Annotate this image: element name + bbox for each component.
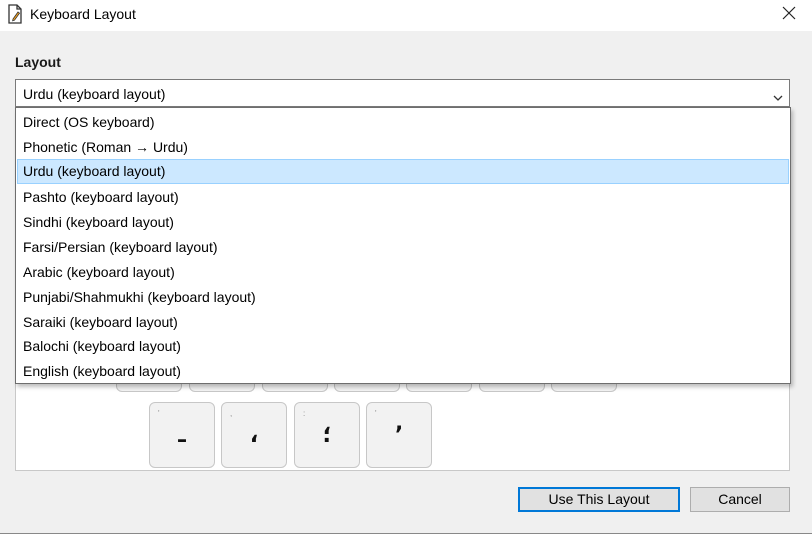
keyboard-key: ' ʼ — [366, 402, 432, 468]
dropdown-option[interactable]: Sindhi (keyboard layout) — [17, 210, 789, 235]
document-pen-icon — [7, 4, 23, 24]
dropdown-option-selected[interactable]: Urdu (keyboard layout) — [17, 159, 789, 184]
layout-label: Layout — [15, 54, 61, 70]
key-hint: ' — [158, 409, 160, 418]
key-glyph: ـ — [178, 423, 186, 448]
close-icon — [782, 6, 796, 25]
keyboard-key: : ؛ — [294, 402, 360, 468]
chevron-down-icon — [773, 89, 783, 101]
use-this-layout-button[interactable]: Use This Layout — [518, 487, 680, 512]
layout-combobox[interactable]: Urdu (keyboard layout) — [15, 79, 790, 107]
key-hint: ' — [375, 409, 377, 418]
title-bar: Keyboard Layout — [0, 0, 812, 31]
dropdown-option[interactable]: Arabic (keyboard layout) — [17, 260, 789, 285]
layout-combobox-value: Urdu (keyboard layout) — [23, 86, 166, 102]
key-hint: , — [230, 409, 233, 418]
key-glyph: ʼ — [394, 423, 404, 448]
dropdown-option[interactable]: Balochi (keyboard layout) — [17, 334, 789, 359]
key-glyph: ، — [249, 423, 259, 448]
dropdown-option[interactable]: Farsi/Persian (keyboard layout) — [17, 235, 789, 260]
keyboard-key: , ، — [221, 402, 287, 468]
cancel-button[interactable]: Cancel — [690, 487, 790, 512]
layout-dropdown-list: Direct (OS keyboard) Phonetic (Roman → U… — [15, 107, 791, 384]
window-title: Keyboard Layout — [30, 6, 136, 22]
dropdown-option[interactable]: Direct (OS keyboard) — [17, 110, 789, 135]
key-hint: : — [303, 409, 306, 418]
dropdown-option[interactable]: Punjabi/Shahmukhi (keyboard layout) — [17, 285, 789, 310]
keyboard-key: ' ـ — [149, 402, 215, 468]
dropdown-option[interactable]: English (keyboard layout) — [17, 359, 789, 384]
dropdown-option[interactable]: Saraiki (keyboard layout) — [17, 310, 789, 335]
dropdown-option[interactable]: Pashto (keyboard layout) — [17, 185, 789, 210]
key-glyph: ؛ — [322, 423, 332, 448]
close-button[interactable] — [766, 0, 812, 31]
dropdown-option[interactable]: Phonetic (Roman → Urdu) — [17, 135, 789, 160]
